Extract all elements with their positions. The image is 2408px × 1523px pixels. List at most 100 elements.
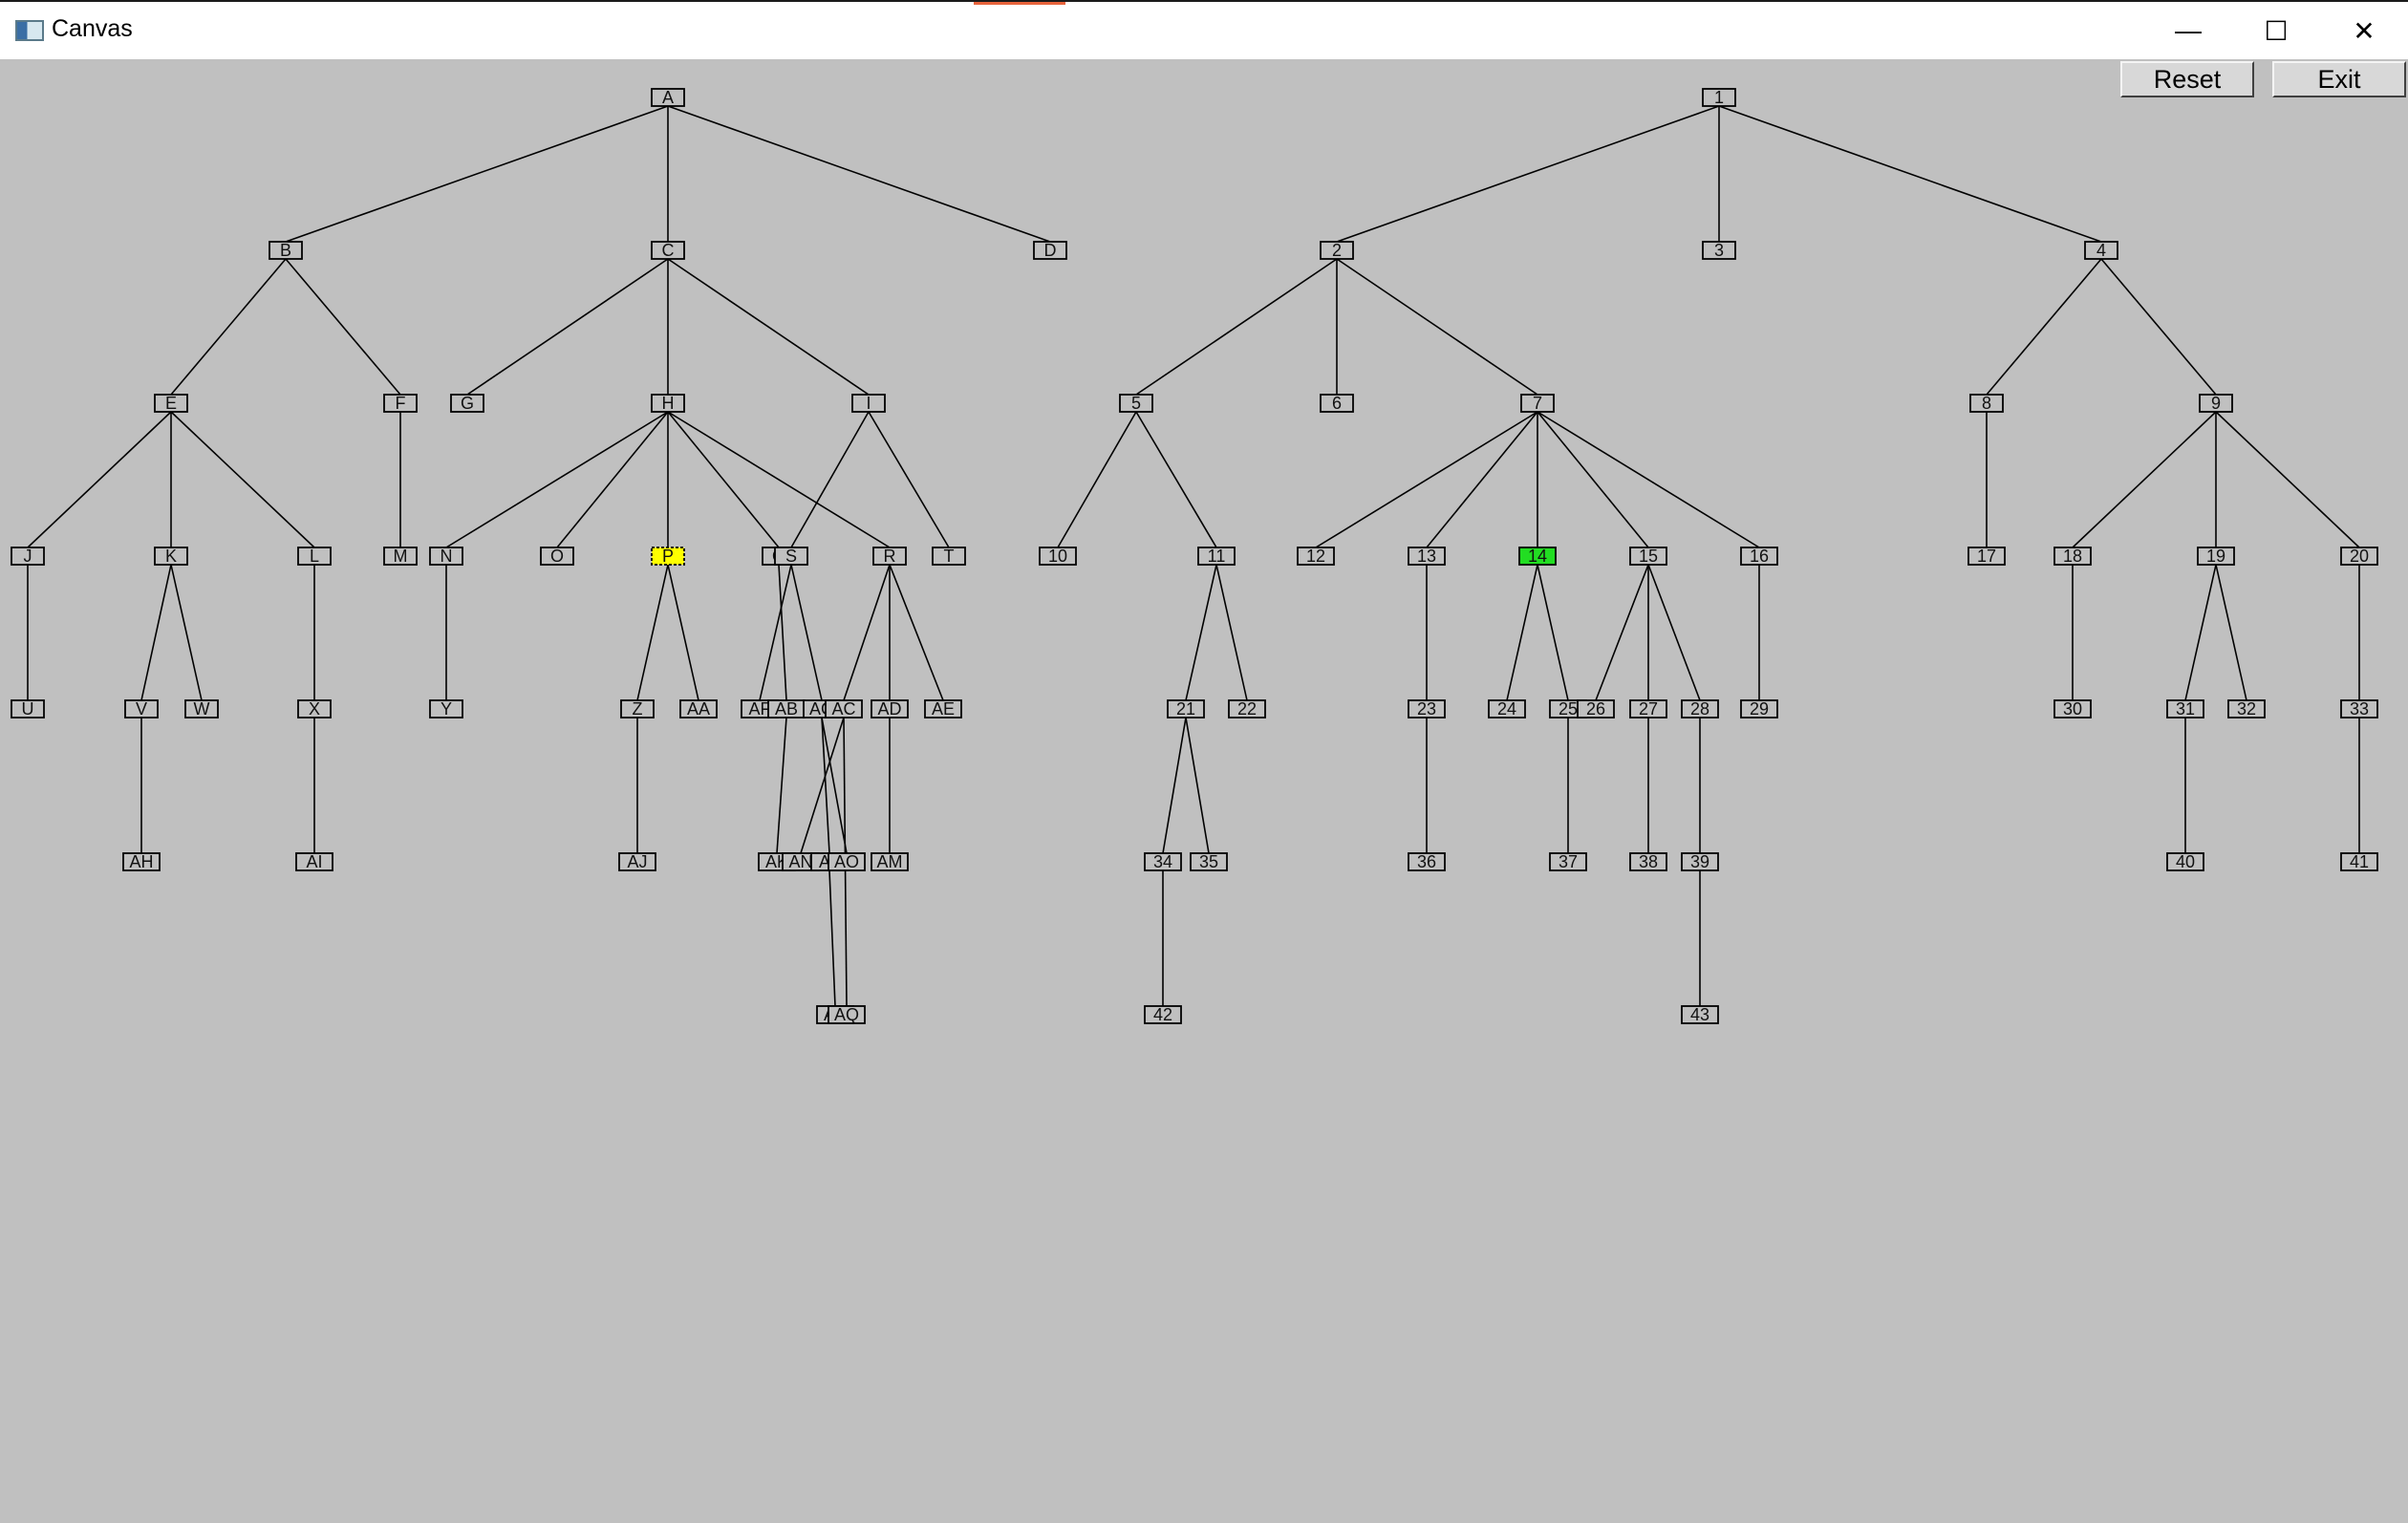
tree-node-y[interactable]: Y [429, 699, 463, 719]
node-label: W [194, 699, 210, 719]
node-label: X [309, 699, 320, 719]
tree-node-20[interactable]: 20 [2340, 547, 2378, 566]
tree-node-41[interactable]: 41 [2340, 852, 2378, 871]
tree-node-24[interactable]: 24 [1488, 699, 1526, 719]
edge-P-Z [636, 564, 669, 701]
tree-node-26[interactable]: 26 [1577, 699, 1615, 719]
tree-node-2[interactable]: 2 [1320, 241, 1354, 260]
tree-node-x[interactable]: X [297, 699, 332, 719]
tree-node-aa[interactable]: AA [679, 699, 718, 719]
tree-node-33[interactable]: 33 [2340, 699, 2378, 719]
tree-node-e[interactable]: E [154, 394, 188, 413]
tree-node-21[interactable]: 21 [1167, 699, 1205, 719]
tree-node-40[interactable]: 40 [2166, 852, 2204, 871]
tree-node-7[interactable]: 7 [1520, 394, 1555, 413]
tree-node-k[interactable]: K [154, 547, 188, 566]
tree-node-34[interactable]: 34 [1144, 852, 1182, 871]
tree-node-ad[interactable]: AD [871, 699, 909, 719]
tree-node-38[interactable]: 38 [1629, 852, 1667, 871]
tree-node-ac[interactable]: AC [825, 699, 863, 719]
node-label: E [165, 394, 177, 413]
tree-node-8[interactable]: 8 [1969, 394, 2004, 413]
tree-node-v[interactable]: V [124, 699, 159, 719]
tree-node-5[interactable]: 5 [1119, 394, 1153, 413]
edge-S-AF [759, 564, 792, 701]
tree-node-aj[interactable]: AJ [618, 852, 656, 871]
tree-node-32[interactable]: 32 [2227, 699, 2266, 719]
tree-node-t[interactable]: T [932, 547, 966, 566]
tree-node-f[interactable]: F [383, 394, 418, 413]
tree-node-u[interactable]: U [11, 699, 45, 719]
tree-node-11[interactable]: 11 [1197, 547, 1236, 566]
tree-node-j[interactable]: J [11, 547, 45, 566]
tree-node-h[interactable]: H [651, 394, 685, 413]
tree-node-10[interactable]: 10 [1039, 547, 1077, 566]
tree-node-42[interactable]: 42 [1144, 1005, 1182, 1024]
tree-node-i[interactable]: I [851, 394, 886, 413]
tree-node-39[interactable]: 39 [1681, 852, 1719, 871]
tree-node-13[interactable]: 13 [1408, 547, 1446, 566]
node-label: 27 [1639, 699, 1658, 719]
tree-node-27[interactable]: 27 [1629, 699, 1667, 719]
node-label: C [662, 241, 675, 260]
maximize-button[interactable]: ☐ [2232, 2, 2320, 59]
tree-node-c[interactable]: C [651, 241, 685, 260]
minimize-button[interactable]: — [2144, 2, 2232, 59]
node-label: 26 [1586, 699, 1605, 719]
tree-node-18[interactable]: 18 [2053, 547, 2092, 566]
tree-node-1[interactable]: 1 [1702, 88, 1736, 107]
tree-node-ai[interactable]: AI [295, 852, 333, 871]
tree-node-19[interactable]: 19 [2197, 547, 2235, 566]
tree-node-4[interactable]: 4 [2084, 241, 2118, 260]
tree-node-29[interactable]: 29 [1740, 699, 1778, 719]
tree-node-15[interactable]: 15 [1629, 547, 1667, 566]
tree-node-23[interactable]: 23 [1408, 699, 1446, 719]
tree-node-43[interactable]: 43 [1681, 1005, 1719, 1024]
tree-node-a[interactable]: A [651, 88, 685, 107]
tree-node-ab[interactable]: AB [767, 699, 806, 719]
tree-node-22[interactable]: 22 [1228, 699, 1266, 719]
tree-node-z[interactable]: Z [620, 699, 655, 719]
node-label: 38 [1639, 852, 1658, 871]
tree-node-37[interactable]: 37 [1549, 852, 1587, 871]
tree-node-m[interactable]: M [383, 547, 418, 566]
tree-node-b[interactable]: B [269, 241, 303, 260]
tree-node-35[interactable]: 35 [1190, 852, 1228, 871]
tree-node-l[interactable]: L [297, 547, 332, 566]
tree-node-ae[interactable]: AE [924, 699, 962, 719]
close-button[interactable]: ✕ [2320, 2, 2408, 59]
tree-node-ah[interactable]: AH [122, 852, 161, 871]
tree-node-n[interactable]: N [429, 547, 463, 566]
tree-node-d[interactable]: D [1033, 241, 1067, 260]
tree-node-ao[interactable]: AO [828, 852, 866, 871]
tree-node-17[interactable]: 17 [1967, 547, 2006, 566]
node-label: 30 [2063, 699, 2082, 719]
tree-node-12[interactable]: 12 [1297, 547, 1335, 566]
tree-node-r[interactable]: R [872, 547, 907, 566]
node-label: 7 [1533, 394, 1542, 413]
tree-node-14[interactable]: 14 [1518, 547, 1557, 566]
edge-P-AA [667, 564, 699, 701]
tree-node-9[interactable]: 9 [2199, 394, 2233, 413]
tree-node-28[interactable]: 28 [1681, 699, 1719, 719]
edge-B-F [285, 258, 401, 396]
node-label: R [884, 547, 896, 566]
tree-node-16[interactable]: 16 [1740, 547, 1778, 566]
tree-node-3[interactable]: 3 [1702, 241, 1736, 260]
tree-node-6[interactable]: 6 [1320, 394, 1354, 413]
tree-node-31[interactable]: 31 [2166, 699, 2204, 719]
tree-node-g[interactable]: G [450, 394, 484, 413]
node-label: 4 [2096, 241, 2106, 260]
tree-node-w[interactable]: W [184, 699, 219, 719]
edge-R-AC [843, 564, 891, 701]
tree-node-30[interactable]: 30 [2053, 699, 2092, 719]
node-label: U [22, 699, 34, 719]
edge-7-13 [1426, 411, 1538, 548]
tree-node-o[interactable]: O [540, 547, 574, 566]
tree-node-p[interactable]: P [651, 547, 685, 566]
tree-node-am[interactable]: AM [871, 852, 909, 871]
node-label: T [944, 547, 955, 566]
tree-node-aq[interactable]: AQ [828, 1005, 866, 1024]
tree-node-s[interactable]: S [774, 547, 808, 566]
tree-node-36[interactable]: 36 [1408, 852, 1446, 871]
